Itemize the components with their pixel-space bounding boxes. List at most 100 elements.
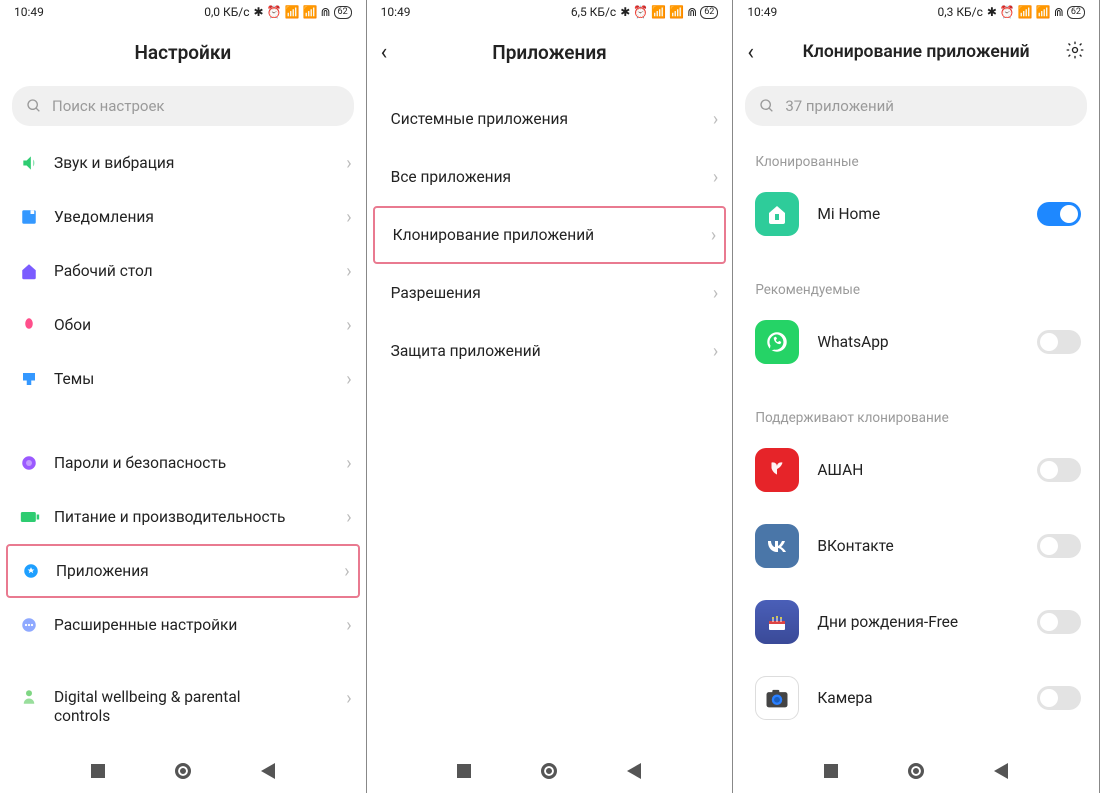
nav-back-icon[interactable]: [994, 763, 1008, 779]
settings-item-sound[interactable]: Звук и вибрация ›: [0, 136, 366, 190]
settings-item-desktop[interactable]: Рабочий стол ›: [0, 244, 366, 298]
toggle-switch[interactable]: [1037, 686, 1081, 710]
nav-recents-icon[interactable]: [91, 764, 105, 778]
toggle-switch[interactable]: [1037, 458, 1081, 482]
settings-item-wallpaper[interactable]: Обои ›: [0, 298, 366, 352]
section-recommended: Рекомендуемые: [733, 252, 1099, 304]
back-button[interactable]: ‹: [381, 40, 388, 65]
settings-item-security[interactable]: Пароли и безопасность ›: [0, 436, 366, 490]
screen-settings: 10:49 0,0 КБ/с ✱ ⏰ 📶 📶 ⋒ 62 Настройки По…: [0, 0, 367, 793]
settings-item-notifications[interactable]: Уведомления ›: [0, 190, 366, 244]
sound-icon: [20, 153, 54, 173]
status-net-speed: 6,5 КБ/с: [571, 5, 616, 19]
apps-item-protection[interactable]: Защита приложений ›: [367, 322, 733, 380]
section-cloned: Клонированные: [733, 136, 1099, 176]
gear-icon: [1065, 40, 1085, 60]
signal-icon: 📶: [303, 5, 318, 19]
nav-recents-icon[interactable]: [824, 764, 838, 778]
chevron-right-icon: ›: [346, 261, 351, 282]
page-title: Приложения: [492, 41, 606, 64]
nav-home-icon[interactable]: [175, 763, 191, 779]
apps-icon: [22, 562, 56, 580]
alarm-icon: ⏰: [633, 5, 648, 19]
page-header: ‹ Приложения: [367, 24, 733, 80]
birthdays-icon: [755, 600, 799, 644]
home-icon: [20, 262, 54, 280]
app-row[interactable]: WhatsApp: [733, 304, 1099, 380]
bluetooth-icon: ✱: [620, 5, 630, 19]
mihome-icon: [755, 192, 799, 236]
status-time: 10:49: [381, 5, 411, 19]
battery-icon: 62: [700, 6, 718, 19]
settings-item-advanced[interactable]: Расширенные настройки ›: [0, 598, 366, 652]
vk-icon: [755, 524, 799, 568]
nav-home-icon[interactable]: [908, 763, 924, 779]
status-icons: ✱ ⏰ 📶 📶 ⋒ 62: [987, 5, 1085, 19]
chevron-right-icon: ›: [346, 507, 351, 528]
search-input[interactable]: 37 приложений: [745, 86, 1087, 126]
settings-item-themes[interactable]: Темы ›: [0, 352, 366, 406]
bluetooth-icon: ✱: [987, 5, 997, 19]
toggle-switch[interactable]: [1037, 202, 1081, 226]
auchan-icon: [755, 448, 799, 492]
nav-bar: [367, 749, 733, 793]
page-title: Клонирование приложений: [803, 42, 1030, 62]
signal-icon: 📶: [1036, 5, 1051, 19]
screen-cloning: 10:49 0,3 КБ/с ✱ ⏰ 📶 📶 ⋒ 62 ‹ Клонирован…: [733, 0, 1100, 793]
apps-item-all[interactable]: Все приложения ›: [367, 148, 733, 206]
app-row[interactable]: АШАН: [733, 432, 1099, 508]
status-bar: 10:49 6,5 КБ/с ✱ ⏰ 📶 📶 ⋒ 62: [367, 0, 733, 24]
chevron-right-icon: ›: [346, 315, 351, 336]
toggle-switch[interactable]: [1037, 330, 1081, 354]
toggle-switch[interactable]: [1037, 534, 1081, 558]
app-row[interactable]: Камера: [733, 660, 1099, 736]
apps-item-system[interactable]: Системные приложения ›: [367, 90, 733, 148]
wellbeing-icon: [20, 688, 54, 706]
security-icon: [20, 454, 54, 472]
signal-icon: 📶: [285, 5, 300, 19]
app-row[interactable]: Mi Home: [733, 176, 1099, 252]
nav-back-icon[interactable]: [627, 763, 641, 779]
settings-item-apps[interactable]: Приложения ›: [6, 544, 360, 598]
page-header: ‹ Клонирование приложений: [733, 24, 1099, 80]
status-net-speed: 0,0 КБ/с: [204, 5, 249, 19]
wifi-icon: ⋒: [320, 5, 330, 19]
apps-item-permissions[interactable]: Разрешения ›: [367, 264, 733, 322]
signal-icon: 📶: [1018, 5, 1033, 19]
settings-button[interactable]: [1065, 40, 1085, 65]
bluetooth-icon: ✱: [254, 5, 264, 19]
battery-perf-icon: [20, 510, 54, 524]
signal-icon: 📶: [669, 5, 684, 19]
status-icons: ✱ ⏰ 📶 📶 ⋒ 62: [254, 5, 352, 19]
section-supported: Поддерживают клонирование: [733, 380, 1099, 432]
apps-item-cloning[interactable]: Клонирование приложений ›: [373, 206, 727, 264]
alarm-icon: ⏰: [267, 5, 282, 19]
settings-item-battery[interactable]: Питание и производительность ›: [0, 490, 366, 544]
toggle-switch[interactable]: [1037, 610, 1081, 634]
chevron-right-icon: ›: [713, 341, 718, 362]
app-row[interactable]: Дни рождения-Free: [733, 584, 1099, 660]
status-time: 10:49: [14, 5, 44, 19]
status-time: 10:49: [747, 5, 777, 19]
screen-apps: 10:49 6,5 КБ/с ✱ ⏰ 📶 📶 ⋒ 62 ‹ Приложения…: [367, 0, 734, 793]
wifi-icon: ⋒: [687, 5, 697, 19]
signal-icon: 📶: [651, 5, 666, 19]
chevron-right-icon: ›: [346, 207, 351, 228]
themes-icon: [20, 370, 54, 388]
nav-back-icon[interactable]: [261, 763, 275, 779]
nav-home-icon[interactable]: [541, 763, 557, 779]
wifi-icon: ⋒: [1054, 5, 1064, 19]
page-title: Настройки: [0, 24, 366, 80]
chevron-right-icon: ›: [346, 153, 351, 174]
settings-item-wellbeing[interactable]: Digital wellbeing & parental controls ›: [0, 682, 366, 722]
alarm-icon: ⏰: [1000, 5, 1015, 19]
app-row[interactable]: ВКонтакте: [733, 508, 1099, 584]
wallpaper-icon: [20, 316, 54, 334]
status-bar: 10:49 0,0 КБ/с ✱ ⏰ 📶 📶 ⋒ 62: [0, 0, 366, 24]
status-icons: ✱ ⏰ 📶 📶 ⋒ 62: [620, 5, 718, 19]
search-input[interactable]: Поиск настроек: [12, 86, 354, 126]
nav-recents-icon[interactable]: [457, 764, 471, 778]
notifications-icon: [20, 208, 54, 226]
settings-list: Звук и вибрация › Уведомления › Рабочий …: [0, 136, 366, 749]
back-button[interactable]: ‹: [747, 40, 754, 65]
